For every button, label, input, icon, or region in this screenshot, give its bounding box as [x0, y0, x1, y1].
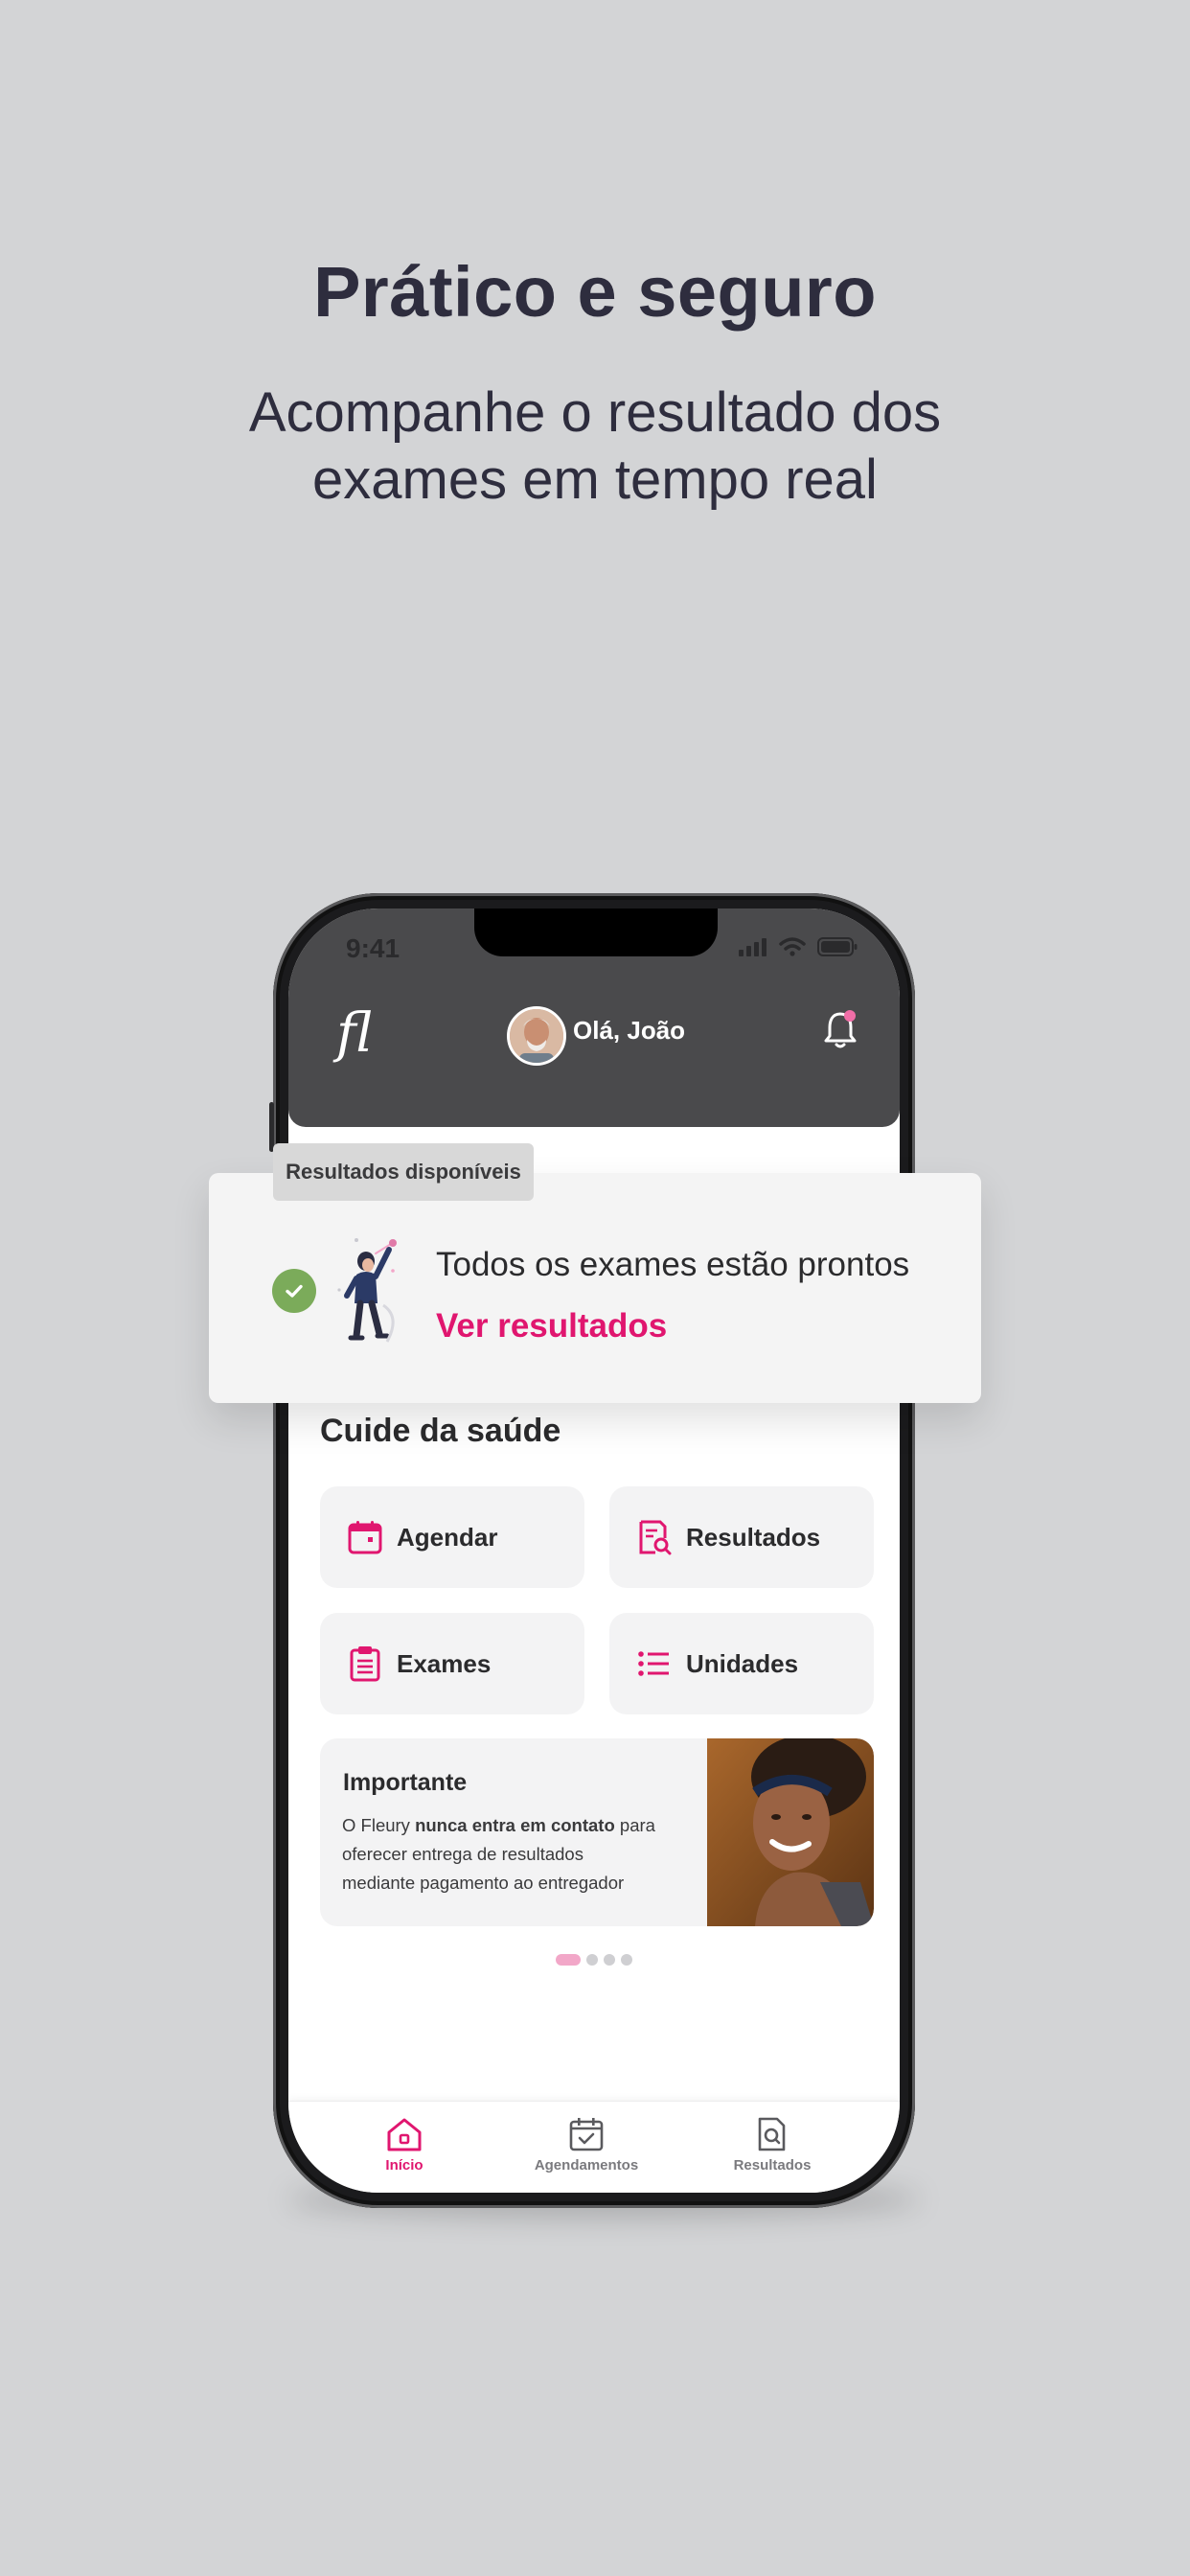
tile-label: Unidades	[686, 1648, 799, 1678]
battery-icon	[817, 937, 858, 956]
check-circle-icon	[272, 1269, 316, 1313]
carousel-dots	[556, 1954, 632, 1966]
hero-subtitle: Acompanhe o resultado dos exames em temp…	[192, 380, 998, 514]
celebration-illustration	[333, 1236, 400, 1356]
notifications-button[interactable]	[821, 1008, 859, 1055]
app-screen: 9:41 fl Olá, João Cuide da saúde Agendar…	[288, 908, 900, 2193]
banner-text-prefix: O Fleury	[342, 1815, 416, 1835]
document-search-icon	[636, 1519, 673, 1555]
bottom-tab-bar: Início Agendamentos Resultados	[288, 2101, 900, 2193]
phone-notch	[474, 908, 718, 956]
tab-label: Início	[385, 2157, 423, 2174]
results-available-tag: Resultados disponíveis	[273, 1143, 534, 1201]
list-icon	[636, 1645, 673, 1682]
tab-label: Resultados	[733, 2157, 812, 2174]
view-results-link[interactable]: Ver resultados	[436, 1307, 667, 1346]
section-title: Cuide da saúde	[320, 1413, 561, 1449]
fleury-logo[interactable]: fl	[336, 1002, 372, 1065]
tile-resultados[interactable]: Resultados	[609, 1486, 874, 1588]
tile-label: Agendar	[397, 1522, 498, 1552]
banner-text: O Fleury nunca entra em contato para ofe…	[342, 1811, 658, 1898]
phone-side-button	[269, 1102, 274, 1152]
tab-resultados[interactable]: Resultados	[691, 2115, 854, 2174]
avatar[interactable]	[507, 1006, 566, 1066]
status-time: 9:41	[346, 933, 400, 963]
tile-agendar[interactable]: Agendar	[320, 1486, 584, 1588]
tile-unidades[interactable]: Unidades	[609, 1613, 874, 1714]
banner-title: Importante	[343, 1769, 468, 1796]
status-icons	[739, 937, 858, 956]
clipboard-icon	[347, 1645, 383, 1682]
home-icon	[387, 2118, 422, 2151]
greeting-text: Olá, João	[573, 1016, 686, 1045]
results-ready-message: Todos os exames estão prontos	[436, 1246, 910, 1283]
tile-exames[interactable]: Exames	[320, 1613, 584, 1714]
tab-agendamentos[interactable]: Agendamentos	[505, 2115, 668, 2174]
tab-inicio[interactable]: Início	[323, 2115, 486, 2174]
tile-label: Exames	[397, 1648, 492, 1678]
hero-subtitle-line-2: exames em tempo real	[312, 448, 878, 511]
tile-label: Resultados	[686, 1522, 821, 1552]
calendar-check-icon	[569, 2118, 604, 2151]
bell-icon	[824, 1010, 857, 1048]
document-search-icon	[758, 2117, 786, 2151]
hero-subtitle-line-1: Acompanhe o resultado dos	[248, 381, 942, 444]
carousel-dot[interactable]	[556, 1954, 581, 1966]
banner-text-bold: nunca entra em contato	[415, 1815, 615, 1835]
hero-title: Prático e seguro	[313, 252, 877, 332]
important-banner[interactable]: Importante O Fleury nunca entra em conta…	[320, 1738, 874, 1926]
tab-label: Agendamentos	[534, 2157, 639, 2174]
carousel-dot[interactable]	[621, 1954, 632, 1966]
calendar-icon	[347, 1519, 383, 1555]
wifi-icon	[779, 937, 806, 956]
carousel-dot[interactable]	[604, 1954, 615, 1966]
carousel-dot[interactable]	[586, 1954, 598, 1966]
results-ready-card[interactable]	[209, 1173, 981, 1403]
signal-icon	[739, 938, 767, 956]
avatar-image	[510, 1009, 563, 1063]
banner-photo	[707, 1738, 874, 1926]
app-header: 9:41 fl Olá, João	[288, 908, 900, 1127]
